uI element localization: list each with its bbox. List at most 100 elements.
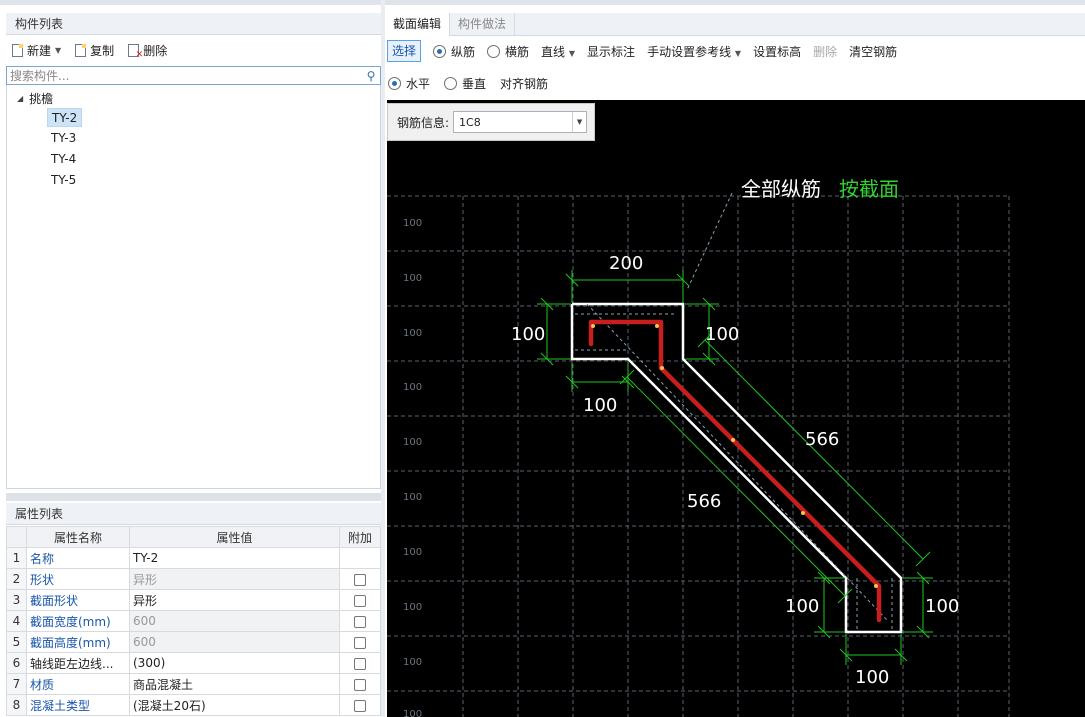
- property-value[interactable]: 异形: [129, 589, 340, 611]
- longitudinal-radio[interactable]: 纵筋: [433, 43, 475, 60]
- radio-unchecked-icon: [444, 76, 458, 90]
- grid-label: 100: [403, 328, 422, 339]
- show-dims-button[interactable]: 显示标注: [587, 43, 635, 60]
- radio-unchecked-icon: [487, 44, 501, 58]
- extra-cell: [339, 610, 381, 632]
- extra-checkbox[interactable]: [354, 657, 366, 670]
- section-drawing[interactable]: 100 100 100 100 100 100 100 100 100 100: [387, 100, 1085, 717]
- dim-end-left: 100: [785, 596, 819, 617]
- tab-component-method[interactable]: 构件做法: [450, 13, 516, 36]
- horizontal-radio[interactable]: 水平: [388, 75, 430, 92]
- chevron-down-icon: ▼: [734, 48, 742, 58]
- grid-label: 100: [403, 657, 422, 668]
- extra-checkbox[interactable]: [354, 615, 366, 628]
- row-index: 1: [6, 547, 27, 569]
- manual-ref-label: 手动设置参考线: [647, 44, 732, 59]
- grid-label: 100: [403, 547, 422, 558]
- search-icon[interactable]: ⚲: [362, 69, 380, 83]
- property-list-title: 属性列表: [6, 503, 381, 525]
- tree-root-label: 挑檐: [29, 92, 54, 106]
- property-table: 属性名称 属性值 附加 1 名称 TY-2 2 形状 异形 3 截面形状 异形: [6, 526, 381, 716]
- extra-cell: [339, 589, 381, 611]
- row-index: 4: [6, 610, 27, 632]
- dim-top-width: 200: [609, 253, 643, 274]
- rebar-annotation-mode[interactable]: 按截面: [839, 177, 899, 201]
- tree-item-ty-2[interactable]: TY-2: [47, 108, 83, 127]
- section-editor-panel: 截面编辑 构件做法 选择 纵筋 横筋 直线 ▼ 显示标注 手动设置参考线 ▼ 设…: [385, 0, 1085, 717]
- align-rebar-button[interactable]: 对齐钢筋: [500, 75, 548, 92]
- tab-section-edit[interactable]: 截面编辑: [385, 13, 451, 36]
- rebar-annotation[interactable]: 全部纵筋: [741, 177, 821, 201]
- row-index: 2: [6, 568, 27, 590]
- collapse-icon[interactable]: ◢: [17, 94, 23, 103]
- dim-diag-upper: 566: [805, 429, 839, 450]
- new-doc-icon: [12, 43, 23, 57]
- row-index: 5: [6, 631, 27, 653]
- row-index: 6: [6, 652, 27, 674]
- chevron-down-icon[interactable]: ▼: [572, 112, 586, 132]
- set-elevation-button[interactable]: 设置标高: [753, 43, 801, 60]
- delete-rebar-button[interactable]: 删除: [813, 43, 837, 60]
- search-input[interactable]: [10, 68, 362, 83]
- grid-label: 100: [403, 273, 422, 284]
- tree-item-ty-5[interactable]: TY-5: [47, 171, 80, 190]
- property-name: 截面宽度(mm): [26, 610, 130, 632]
- radio-checked-icon: [433, 44, 447, 58]
- grid-label: 100: [403, 709, 422, 717]
- grid-label: 100: [403, 437, 422, 448]
- line-dropdown[interactable]: 直线 ▼: [541, 43, 575, 60]
- property-name: 名称: [26, 547, 130, 569]
- extra-checkbox[interactable]: [354, 699, 366, 712]
- vertical-radio[interactable]: 垂直: [444, 75, 486, 92]
- table-row[interactable]: 4 截面宽度(mm) 600: [6, 610, 381, 632]
- property-value[interactable]: (300): [129, 652, 340, 674]
- transverse-label: 横筋: [505, 44, 530, 59]
- row-index: 8: [6, 694, 27, 716]
- table-row[interactable]: 6 轴线距左边线... (300): [6, 652, 381, 674]
- table-row[interactable]: 3 截面形状 异形: [6, 589, 381, 611]
- drawing-canvas[interactable]: 100 100 100 100 100 100 100 100 100 100: [387, 100, 1085, 717]
- vertical-label: 垂直: [462, 76, 487, 91]
- rebar-info-select[interactable]: 1C8 ▼: [453, 111, 588, 133]
- table-row[interactable]: 5 截面高度(mm) 600: [6, 631, 381, 653]
- property-name: 截面高度(mm): [26, 631, 130, 653]
- dim-diag-lower: 566: [687, 491, 721, 512]
- dim-end-right: 100: [925, 596, 959, 617]
- component-tree: ◢ 挑檐 TY-2 TY-3 TY-4 TY-5: [6, 85, 381, 489]
- table-row[interactable]: 2 形状 异形: [6, 568, 381, 590]
- property-value[interactable]: TY-2: [129, 547, 340, 569]
- extra-checkbox[interactable]: [354, 636, 366, 649]
- select-button[interactable]: 选择: [387, 40, 422, 62]
- tree-root[interactable]: ◢ 挑檐: [17, 90, 53, 107]
- tree-item-ty-4[interactable]: TY-4: [47, 150, 80, 169]
- extra-checkbox[interactable]: [354, 594, 366, 607]
- table-row[interactable]: 8 混凝土类型 (混凝土20石): [6, 694, 381, 716]
- new-button[interactable]: 新建 ▼: [12, 42, 61, 59]
- manual-ref-dropdown[interactable]: 手动设置参考线 ▼: [647, 43, 741, 60]
- table-row[interactable]: 7 材质 商品混凝土: [6, 673, 381, 695]
- table-row[interactable]: 1 名称 TY-2: [6, 547, 381, 569]
- editor-tabs: 截面编辑 构件做法: [385, 13, 1085, 36]
- property-value[interactable]: (混凝土20石): [129, 694, 340, 716]
- extra-checkbox[interactable]: [354, 678, 366, 691]
- component-search: ⚲: [6, 66, 381, 85]
- grid-label: 100: [403, 218, 422, 229]
- clear-rebar-button[interactable]: 清空钢筋: [849, 43, 897, 60]
- property-value[interactable]: 商品混凝土: [129, 673, 340, 695]
- extra-cell: [339, 568, 381, 590]
- delete-button[interactable]: 删除: [128, 42, 167, 60]
- tree-item-ty-3[interactable]: TY-3: [47, 129, 80, 148]
- extra-cell: [339, 694, 381, 716]
- copy-button[interactable]: 复制: [75, 42, 114, 59]
- row-index: 3: [6, 589, 27, 611]
- property-value: 600: [129, 631, 340, 653]
- new-label: 新建: [27, 43, 52, 58]
- transverse-radio[interactable]: 横筋: [487, 43, 529, 60]
- property-name: 材质: [26, 673, 130, 695]
- extra-checkbox[interactable]: [354, 573, 366, 586]
- extra-cell: [339, 631, 381, 653]
- property-value: 异形: [129, 568, 340, 590]
- panel-splitter[interactable]: [6, 493, 381, 501]
- dim-end-bottom: 100: [855, 667, 889, 688]
- copy-icon: [75, 43, 87, 57]
